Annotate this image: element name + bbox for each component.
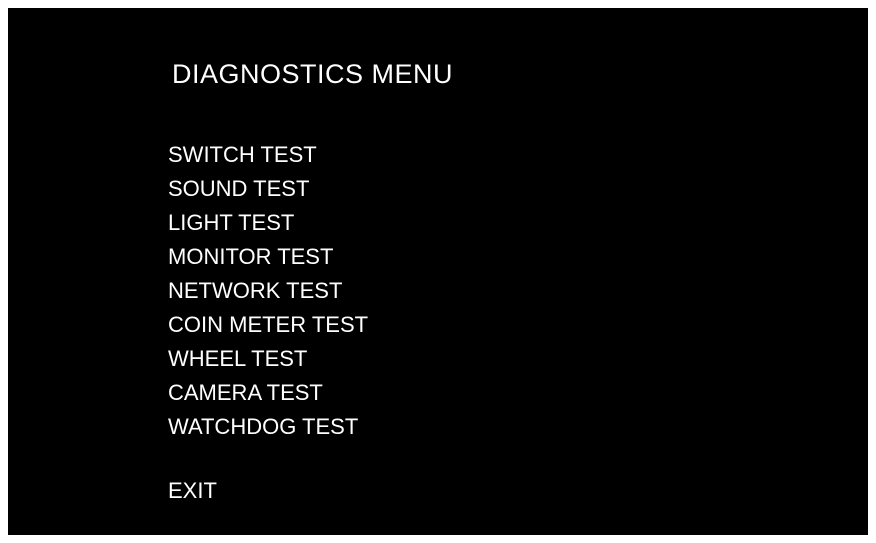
menu-item-network-test[interactable]: NETWORK TEST [168,274,368,308]
menu-item-coin-meter-test[interactable]: COIN METER TEST [168,308,368,342]
page-title: DIAGNOSTICS MENU [172,59,454,89]
diagnostics-screen: DIAGNOSTICS MENU SWITCH TEST SOUND TEST … [8,8,868,535]
menu-item-watchdog-test[interactable]: WATCHDOG TEST [168,410,368,444]
menu-item-camera-test[interactable]: CAMERA TEST [168,376,368,410]
menu-item-monitor-test[interactable]: MONITOR TEST [168,240,368,274]
exit-menu-item[interactable]: EXIT [168,474,217,508]
menu-item-sound-test[interactable]: SOUND TEST [168,172,368,206]
diagnostics-menu-list: SWITCH TEST SOUND TEST LIGHT TEST MONITO… [168,138,368,444]
menu-item-wheel-test[interactable]: WHEEL TEST [168,342,368,376]
menu-item-light-test[interactable]: LIGHT TEST [168,206,368,240]
menu-item-switch-test[interactable]: SWITCH TEST [168,138,368,172]
